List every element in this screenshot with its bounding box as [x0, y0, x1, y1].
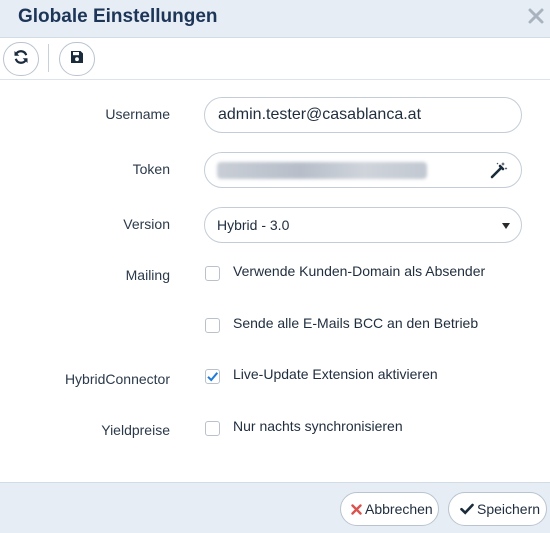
live-update-checkbox[interactable]	[205, 369, 220, 384]
close-icon	[351, 503, 362, 515]
version-select[interactable]: Hybrid - 3.0	[204, 207, 522, 243]
magic-wand-icon[interactable]	[490, 161, 508, 179]
refresh-icon	[13, 49, 29, 70]
mailing-domain-label: Verwende Kunden-Domain als Absender	[233, 263, 486, 279]
checkmark-icon	[460, 503, 474, 515]
cancel-button-label: Abbrechen	[365, 501, 433, 517]
token-value-redacted	[217, 162, 427, 179]
refresh-button[interactable]	[3, 42, 39, 76]
token-field[interactable]	[204, 152, 522, 188]
close-icon[interactable]	[527, 4, 547, 26]
mailing-domain-checkbox[interactable]	[205, 266, 220, 281]
version-selected-value: Hybrid - 3.0	[217, 217, 290, 233]
dialog-title: Globale Einstellungen	[18, 6, 218, 27]
username-label: Username	[105, 106, 170, 122]
hybridconnector-label: HybridConnector	[64, 371, 170, 387]
dialog-footer: Abbrechen Speichern	[0, 482, 550, 533]
floppy-disk-icon	[70, 50, 84, 69]
settings-form: Username admin.tester@casablanca.at Toke…	[0, 80, 550, 482]
mailing-bcc-checkbox[interactable]	[205, 318, 220, 333]
version-label: Version	[123, 216, 170, 232]
username-field[interactable]: admin.tester@casablanca.at	[204, 97, 522, 133]
checkmark-icon	[207, 372, 219, 382]
live-update-label: Live-Update Extension aktivieren	[233, 366, 438, 382]
mailing-label: Mailing	[125, 267, 170, 283]
nightly-sync-label: Nur nachts synchronisieren	[233, 418, 403, 434]
mailing-bcc-label: Sende alle E-Mails BCC an den Betrieb	[233, 315, 479, 331]
toolbar	[0, 38, 550, 80]
save-button-label: Speichern	[477, 501, 541, 517]
token-label: Token	[132, 161, 170, 177]
toolbar-separator	[48, 44, 49, 72]
yieldpreise-label: Yieldpreise	[101, 422, 170, 438]
save-toolbar-button[interactable]	[59, 42, 95, 76]
cancel-button[interactable]: Abbrechen	[340, 492, 439, 526]
username-value: admin.tester@casablanca.at	[218, 106, 422, 123]
dialog-header: Globale Einstellungen	[0, 0, 550, 38]
chevron-down-icon	[502, 223, 510, 229]
nightly-sync-checkbox[interactable]	[205, 421, 220, 436]
save-button[interactable]: Speichern	[448, 492, 547, 526]
